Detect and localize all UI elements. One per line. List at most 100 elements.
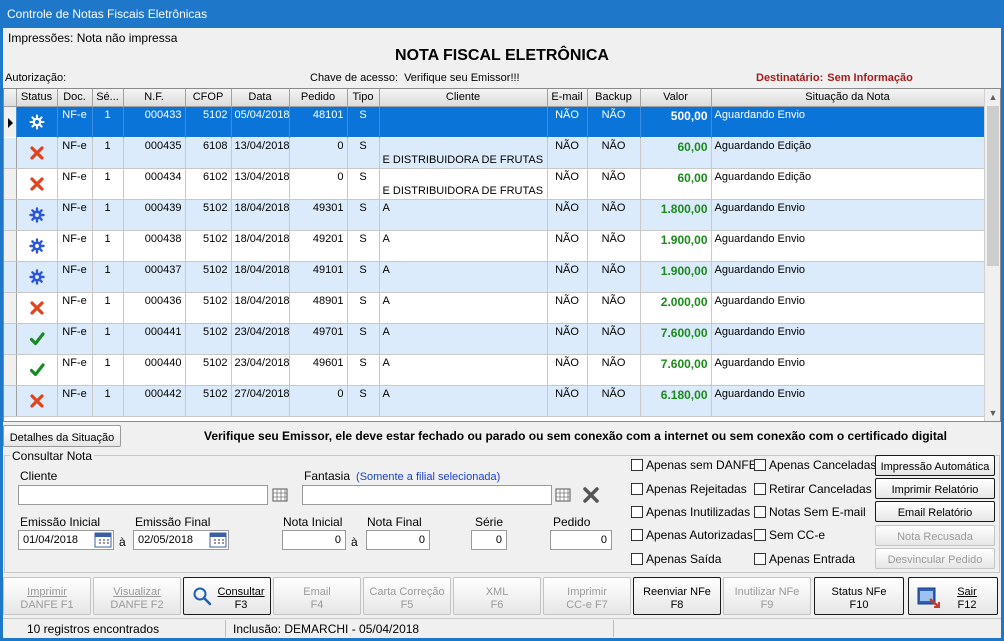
fantasia-filial-note: (Somente a filial selecionada) [356, 471, 501, 483]
table-row[interactable]: NF-e 1 000434 6102 13/04/2018 0 S E DISTRIBUIDO… [4, 168, 985, 200]
table-row[interactable]: NF-e 1 000437 5102 18/04/2018 49101 S A NÃO NÃO 1.… [4, 261, 985, 293]
checkbox-box[interactable] [754, 529, 766, 541]
toolbar-imprimir-danfe-f1-button[interactable]: Imprimir DANFE F1 [3, 577, 91, 615]
table-row[interactable]: NF-e 1 000433 5102 05/04/2018 48101 S NÃO NÃO 500… [4, 106, 985, 138]
query-group-title: Consultar Nota [10, 449, 95, 463]
cell-email: NÃO [547, 292, 588, 324]
magnifier-icon [193, 587, 212, 606]
filter-apenas-sem-danfe-checkbox[interactable]: Apenas sem DANFE [631, 458, 757, 472]
filter-label: Apenas Saída [646, 552, 722, 566]
cell-pedido: 49301 [289, 199, 348, 231]
col-header-email[interactable]: E-mail [547, 89, 588, 107]
filter-apenas-rejeitadas-checkbox[interactable]: Apenas Rejeitadas [631, 482, 747, 496]
checkbox-box[interactable] [754, 459, 766, 471]
table-row[interactable]: NF-e 1 000442 5102 27/04/2018 0 S A NÃO NÃO 6.180,… [4, 385, 985, 417]
col-header-serie[interactable]: Sé... [92, 89, 124, 107]
nota-inicial-input[interactable] [282, 530, 346, 550]
scroll-down-arrow-icon[interactable]: ▼ [985, 405, 1000, 421]
checkbox-box[interactable] [754, 553, 766, 565]
toolbar-sair-f12-button[interactable]: Sair F12 [908, 577, 998, 615]
cell-tipo: S [347, 230, 380, 262]
checkbox-box[interactable] [631, 553, 643, 565]
statusbar-divider [225, 620, 226, 637]
cliente-input[interactable] [18, 485, 268, 505]
filter-apenas-autorizadas-checkbox[interactable]: Apenas Autorizadas [631, 528, 753, 542]
emissao-final-calendar-icon[interactable] [208, 531, 228, 549]
notes-grid[interactable]: Status Doc. Sé... N.F. CFOP Data Pedido … [3, 88, 1001, 422]
cell-data: 18/04/2018 [231, 292, 290, 324]
cliente-lookup-grid-icon[interactable] [272, 487, 288, 503]
col-header-backup[interactable]: Backup [587, 89, 641, 107]
email-relatorio-button[interactable]: Email Relatório [875, 501, 995, 522]
access-key: Chave de acesso: Verifique seu Emissor!!! [310, 72, 520, 84]
filter-sem-cc-e-checkbox[interactable]: Sem CC-e [754, 528, 825, 542]
toolbar-xml-f6-button[interactable]: XML F6 [453, 577, 541, 615]
checkbox-box[interactable] [631, 529, 643, 541]
scroll-up-arrow-icon[interactable]: ▲ [985, 89, 1000, 105]
cell-pedido: 49101 [289, 261, 348, 293]
col-header-status[interactable]: Status [16, 89, 58, 107]
clear-filter-x-icon[interactable] [581, 485, 601, 505]
nota-recusada-button[interactable]: Nota Recusada [875, 525, 995, 546]
checkbox-box[interactable] [631, 483, 643, 495]
scroll-thumb[interactable] [987, 106, 999, 266]
col-header-tipo[interactable]: Tipo [347, 89, 380, 107]
nota-final-input[interactable] [366, 530, 430, 550]
col-header-situacao[interactable]: Situação da Nota [711, 89, 985, 107]
checkbox-box[interactable] [631, 506, 643, 518]
table-row[interactable]: NF-e 1 000436 5102 18/04/2018 48901 S A NÃO NÃO 2.… [4, 292, 985, 324]
filter-apenas-inutilizadas-checkbox[interactable]: Apenas Inutilizadas [631, 505, 750, 519]
col-header-cfop[interactable]: CFOP [185, 89, 232, 107]
emissao-inicial-calendar-icon[interactable] [93, 531, 113, 549]
toolbar-label-line1: Email [303, 585, 331, 598]
serie-input[interactable] [471, 530, 507, 550]
impressao-automatica-button[interactable]: Impressão Automática [875, 455, 995, 476]
filter-apenas-entrada-checkbox[interactable]: Apenas Entrada [754, 552, 855, 566]
col-header-valor[interactable]: Valor [640, 89, 712, 107]
imprimir-relatorio-button[interactable]: Imprimir Relatório [875, 478, 995, 499]
toolbar-label-line2: DANFE F2 [110, 598, 164, 611]
toolbar-inutilizar-nfe-f9-button[interactable]: Inutilizar NFe F9 [723, 577, 811, 615]
cell-valor: 500,00 [640, 106, 712, 138]
checkbox-box[interactable] [754, 506, 766, 518]
toolbar-imprimir-cc-e-f7-button[interactable]: Imprimir CC-e F7 [543, 577, 631, 615]
fantasia-input[interactable] [302, 485, 552, 505]
toolbar-carta-correcao-f5-button[interactable]: Carta Correção F5 [363, 577, 451, 615]
filter-apenas-canceladas-checkbox[interactable]: Apenas Canceladas [754, 458, 876, 472]
cell-tipo: S [347, 385, 380, 417]
table-row[interactable]: NF-e 1 000435 6108 13/04/2018 0 S E DISTRIBUIDO… [4, 137, 985, 169]
access-key-value: Verifique seu Emissor!!! [404, 72, 520, 84]
table-row[interactable]: NF-e 1 000438 5102 18/04/2018 49201 S A NÃO NÃO 1.… [4, 230, 985, 262]
filter-apenas-saida-checkbox[interactable]: Apenas Saída [631, 552, 721, 566]
cell-valor: 2.000,00 [640, 292, 712, 324]
col-header-nf[interactable]: N.F. [123, 89, 186, 107]
toolbar-visualizar-danfe-f2-button[interactable]: Visualizar DANFE F2 [93, 577, 181, 615]
pedido-input[interactable] [550, 530, 612, 550]
col-header-cliente[interactable]: Cliente [379, 89, 548, 107]
col-header-data[interactable]: Data [231, 89, 290, 107]
cell-tipo: S [347, 323, 380, 355]
col-header-doc[interactable]: Doc. [57, 89, 93, 107]
table-row[interactable]: NF-e 1 000439 5102 18/04/2018 49301 S A NÃO NÃO 1.… [4, 199, 985, 231]
desvincular-pedido-button[interactable]: Desvincular Pedido [875, 548, 995, 569]
fantasia-lookup-grid-icon[interactable] [555, 487, 571, 503]
filter-notas-sem-e-mail-checkbox[interactable]: Notas Sem E-mail [754, 505, 866, 519]
toolbar-reenviar-nfe-f8-button[interactable]: Reenviar NFe F8 [633, 577, 721, 615]
cell-backup: NÃO [587, 199, 641, 231]
grid-scrollbar[interactable]: ▲ ▼ [984, 89, 1000, 421]
row-indicator [4, 385, 17, 417]
details-button[interactable]: Detalhes da Situação [3, 425, 121, 447]
cell-cfop: 6102 [185, 168, 232, 200]
cell-cfop: 5102 [185, 354, 232, 386]
table-row[interactable]: NF-e 1 000440 5102 23/04/2018 49601 S A NÃO NÃO 7.… [4, 354, 985, 386]
table-row[interactable]: NF-e 1 000441 5102 23/04/2018 49701 S A NÃO NÃO 7.… [4, 323, 985, 355]
cell-doc: NF-e [57, 385, 93, 417]
filter-retirar-canceladas-checkbox[interactable]: Retirar Canceladas [754, 482, 872, 496]
toolbar-label-line1: Inutilizar NFe [734, 585, 800, 598]
col-header-pedido[interactable]: Pedido [289, 89, 348, 107]
toolbar-consultar-f3-button[interactable]: Consultar F3 [183, 577, 271, 615]
checkbox-box[interactable] [754, 483, 766, 495]
toolbar-email-f4-button[interactable]: Email F4 [273, 577, 361, 615]
checkbox-box[interactable] [631, 459, 643, 471]
toolbar-status-nfe-f10-button[interactable]: Status NFe F10 [814, 577, 904, 615]
